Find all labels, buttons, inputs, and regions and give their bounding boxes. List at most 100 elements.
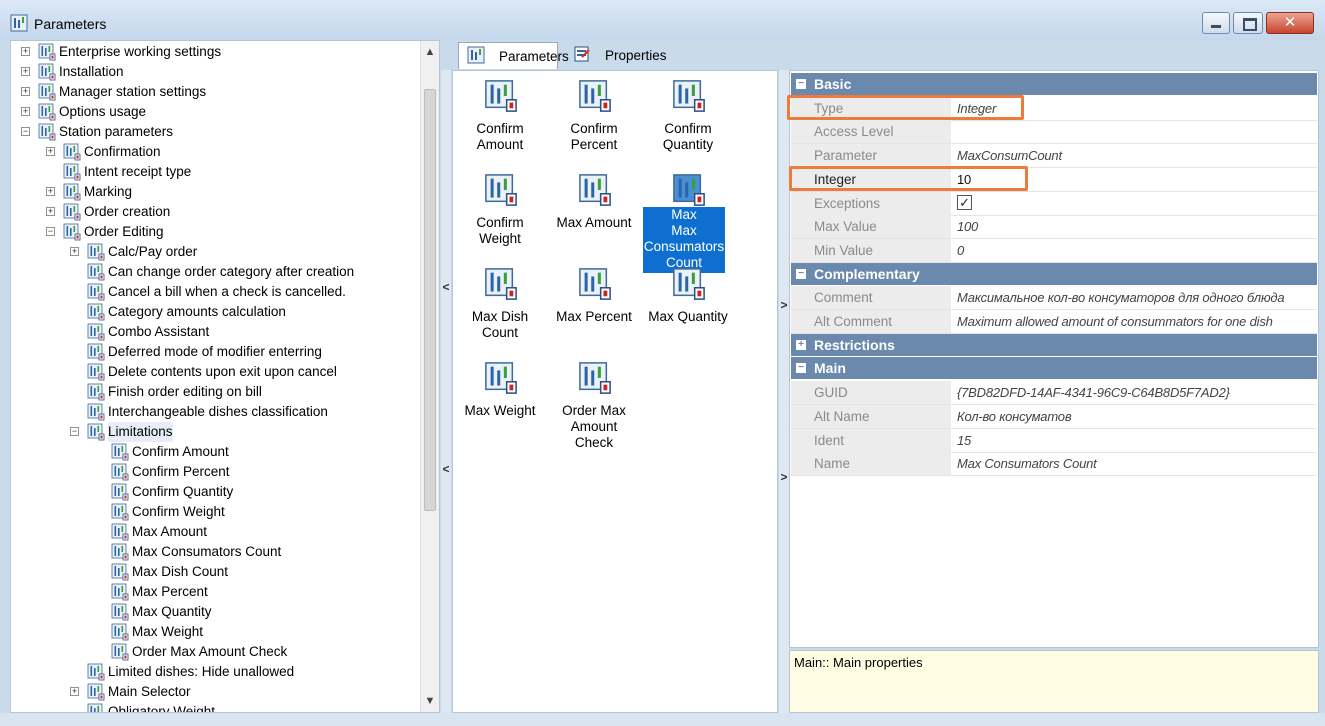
- right-splitter[interactable]: > >: [779, 70, 789, 713]
- collapse-left-icon[interactable]: <: [441, 280, 451, 294]
- scroll-up-icon[interactable]: ▲: [421, 43, 439, 61]
- exceptions-checkbox[interactable]: ✓: [957, 194, 972, 210]
- property-row[interactable]: Comment Максимальное кол-во консуматоров …: [791, 286, 1317, 311]
- expand-icon[interactable]: +: [46, 187, 55, 196]
- expand-icon[interactable]: +: [21, 87, 30, 96]
- collapse-right-icon[interactable]: >: [779, 298, 789, 312]
- tree-node[interactable]: + Manager station settings: [11, 82, 421, 102]
- property-checkbox-cell[interactable]: ✓: [951, 192, 1317, 215]
- property-row[interactable]: Alt Name Кол-во консуматов: [791, 404, 1317, 429]
- property-value[interactable]: 0: [951, 239, 1317, 262]
- expand-icon[interactable]: +: [21, 107, 30, 116]
- tree-node[interactable]: Combo Assistant: [11, 322, 421, 342]
- collapse-icon[interactable]: −: [21, 127, 30, 136]
- tree-node[interactable]: Cancel a bill when a check is cancelled.: [11, 282, 421, 302]
- close-button[interactable]: ✕: [1266, 12, 1314, 34]
- tree-node[interactable]: Finish order editing on bill: [11, 382, 421, 402]
- scroll-down-icon[interactable]: ▼: [421, 692, 439, 710]
- category-main[interactable]: − Main: [791, 357, 1317, 380]
- parameter-tile[interactable]: Confirm Quantity: [647, 71, 729, 163]
- tree-node[interactable]: Obligatory Weight: [11, 702, 421, 712]
- tree-node[interactable]: − Limitations: [11, 422, 421, 442]
- tree-node[interactable]: Can change order category after creation: [11, 262, 421, 282]
- tree-node[interactable]: − Station parameters: [11, 122, 421, 142]
- category-basic[interactable]: − Basic: [791, 73, 1317, 95]
- property-row[interactable]: Parameter MaxConsumCount: [791, 144, 1317, 169]
- tree-node[interactable]: + Main Selector: [11, 682, 421, 702]
- tree-node[interactable]: Interchangeable dishes classification: [11, 402, 421, 422]
- collapse-right-icon-2[interactable]: >: [779, 470, 789, 484]
- expand-icon[interactable]: +: [796, 339, 806, 350]
- tree-node[interactable]: Delete contents upon exit upon cancel: [11, 362, 421, 382]
- parameter-tile[interactable]: Confirm Amount: [459, 71, 541, 163]
- property-row[interactable]: Min Value 0: [791, 238, 1317, 263]
- parameter-tree[interactable]: ▲ ▼ + Enterprise working settings + Install…: [10, 40, 440, 713]
- tree-node[interactable]: + Order creation: [11, 202, 421, 222]
- property-value[interactable]: MaxConsumCount: [951, 144, 1317, 167]
- tree-node[interactable]: Confirm Weight: [11, 502, 421, 522]
- tab-properties[interactable]: Properties: [565, 42, 667, 69]
- collapse-icon[interactable]: −: [796, 79, 806, 89]
- tree-node[interactable]: Max Consumators Count: [11, 542, 421, 562]
- maximize-button[interactable]: [1233, 12, 1263, 34]
- tree-node[interactable]: + Installation: [11, 62, 421, 82]
- property-value[interactable]: Максимальное кол-во консуматоров для одн…: [951, 286, 1317, 309]
- expand-icon[interactable]: +: [70, 247, 79, 256]
- property-value[interactable]: Maximum allowed amount of consummators f…: [951, 310, 1317, 333]
- parameter-tile[interactable]: Max Quantity: [647, 259, 729, 351]
- parameter-tile[interactable]: Max Max Consumators Count: [643, 165, 729, 273]
- tree-node[interactable]: + Calc/Pay order: [11, 242, 421, 262]
- expand-icon[interactable]: +: [46, 147, 55, 156]
- property-row[interactable]: Name Max Consumators Count: [791, 452, 1317, 477]
- tree-node[interactable]: Intent receipt type: [11, 162, 421, 182]
- category-restrictions[interactable]: + Restrictions: [791, 333, 1317, 356]
- expand-icon[interactable]: +: [21, 47, 30, 56]
- property-row[interactable]: Access Level: [791, 120, 1317, 145]
- property-value[interactable]: 15: [951, 429, 1317, 452]
- parameter-tile[interactable]: Max Percent: [553, 259, 635, 351]
- tree-node[interactable]: − Order Editing: [11, 222, 421, 242]
- parameter-tile[interactable]: Max Dish Count: [459, 259, 541, 351]
- collapse-icon[interactable]: −: [46, 227, 55, 236]
- tree-node[interactable]: Confirm Quantity: [11, 482, 421, 502]
- property-row[interactable]: GUID {7BD82DFD-14AF-4341-96C9-C64B8D5F7AD…: [791, 381, 1317, 406]
- tree-node[interactable]: Max Percent: [11, 582, 421, 602]
- tree-node[interactable]: + Enterprise working settings: [11, 42, 421, 62]
- property-value[interactable]: Max Consumators Count: [951, 452, 1317, 475]
- tree-scrollbar[interactable]: ▲ ▼: [420, 41, 439, 712]
- tree-node[interactable]: + Marking: [11, 182, 421, 202]
- tree-node[interactable]: + Confirmation: [11, 142, 421, 162]
- minimize-button[interactable]: [1202, 12, 1230, 34]
- collapse-icon[interactable]: −: [70, 427, 79, 436]
- expand-icon[interactable]: +: [46, 207, 55, 216]
- parameter-tile[interactable]: Confirm Weight: [459, 165, 541, 257]
- scroll-thumb[interactable]: [424, 89, 436, 511]
- category-complementary[interactable]: − Complementary: [791, 262, 1317, 285]
- parameter-tile[interactable]: Max Amount: [553, 165, 635, 257]
- property-value[interactable]: 100: [951, 215, 1317, 238]
- tree-node[interactable]: Order Max Amount Check: [11, 642, 421, 662]
- expand-icon[interactable]: +: [70, 687, 79, 696]
- tree-node[interactable]: Confirm Percent: [11, 462, 421, 482]
- parameter-tile[interactable]: Confirm Percent: [553, 71, 635, 163]
- tree-node[interactable]: Limited dishes: Hide unallowed: [11, 662, 421, 682]
- property-value[interactable]: [951, 120, 1317, 143]
- tree-node[interactable]: Category amounts calculation: [11, 302, 421, 322]
- expand-icon[interactable]: +: [21, 67, 30, 76]
- tree-node[interactable]: Confirm Amount: [11, 442, 421, 462]
- tree-node[interactable]: Deferred mode of modifier enterring: [11, 342, 421, 362]
- tree-node[interactable]: + Options usage: [11, 102, 421, 122]
- property-value[interactable]: Кол-во консуматов: [951, 405, 1317, 428]
- property-row[interactable]: Exceptions ✓: [791, 191, 1317, 216]
- tree-node[interactable]: Max Weight: [11, 622, 421, 642]
- collapse-icon[interactable]: −: [796, 363, 806, 374]
- property-value[interactable]: {7BD82DFD-14AF-4341-96C9-C64B8D5F7AD2}: [951, 381, 1317, 404]
- parameter-tile[interactable]: Order Max Amount Check: [553, 353, 635, 450]
- tab-parameters[interactable]: Parameters: [458, 42, 569, 69]
- parameter-tile[interactable]: Max Weight: [459, 353, 541, 445]
- property-row[interactable]: Alt Comment Maximum allowed amount of con…: [791, 310, 1317, 334]
- collapse-icon[interactable]: −: [796, 268, 806, 279]
- property-row[interactable]: Ident 15: [791, 428, 1317, 453]
- tree-node[interactable]: Max Dish Count: [11, 562, 421, 582]
- left-splitter[interactable]: < <: [441, 70, 451, 713]
